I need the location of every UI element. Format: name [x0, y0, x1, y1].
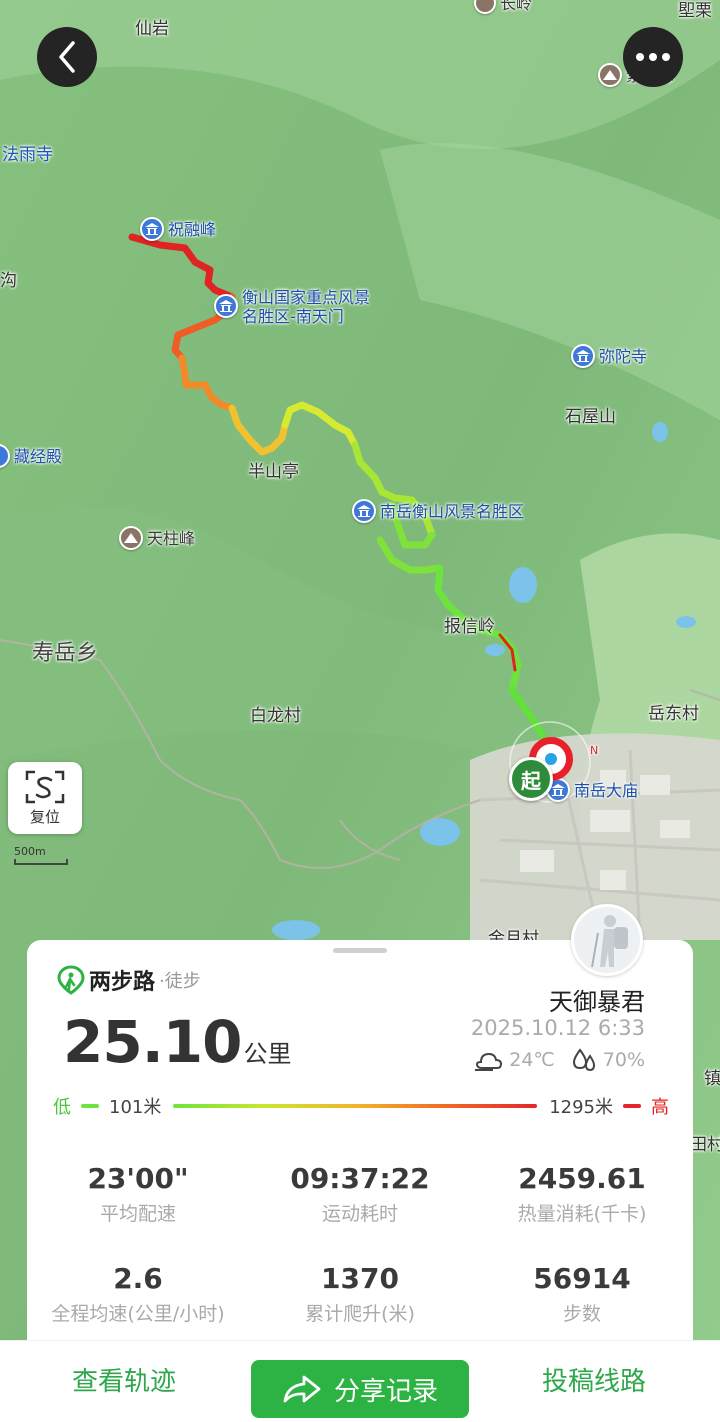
temple-icon — [0, 444, 10, 468]
map-label-fayusi: 法雨寺 — [2, 145, 53, 165]
poi-label: 南岳衡山风景名胜区 — [380, 501, 525, 521]
avatar[interactable] — [571, 904, 643, 976]
poi-label: 藏经殿 — [14, 446, 63, 466]
poi-label: 衡山国家重点风景 名胜区-南天门 — [242, 288, 371, 326]
temperature: 24℃ — [509, 1049, 555, 1071]
poi-label: 祝融峰 — [168, 219, 217, 239]
map-label-tian: 田村 — [690, 1135, 720, 1155]
stat-steps: 56914 步数 — [471, 1262, 693, 1326]
stat-value: 1370 — [321, 1262, 399, 1295]
username: 天御暴君 — [549, 988, 645, 1016]
stat-value: 2.6 — [113, 1262, 163, 1295]
poi-label: 天柱峰 — [147, 528, 196, 548]
back-button[interactable] — [37, 27, 97, 87]
humidity-icon — [572, 1048, 595, 1072]
map-label-bailongcun: 白龙村 — [250, 706, 301, 726]
poi-hengshan[interactable]: 南岳衡山风景名胜区 — [352, 499, 524, 523]
brand: 两步路 ·徒步 — [57, 964, 201, 996]
map-label-lixi: 堲栗 — [678, 1, 712, 21]
reset-label: 复位 — [29, 807, 60, 826]
chevron-left-icon — [59, 41, 75, 73]
stat-duration: 09:37:22 运动耗时 — [249, 1162, 471, 1226]
humidity: 70% — [602, 1049, 645, 1071]
map-label-shouyuexiang: 寿岳乡 — [32, 641, 99, 666]
start-point-marker[interactable]: 起 — [509, 757, 553, 801]
share-arrow-icon — [283, 1375, 321, 1403]
stat-climb: 1370 累计爬升(米) — [249, 1262, 471, 1326]
low-color-swatch — [81, 1104, 99, 1108]
elevation-legend: 低 101米 1295米 高 — [53, 1094, 669, 1118]
poi-label: 长岭 — [500, 0, 533, 13]
distance: 25.10 公里 — [63, 1008, 291, 1076]
poi-nantianmen[interactable]: 衡山国家重点风景 名胜区-南天门 — [214, 288, 370, 326]
map-label-baoxinling: 报信岭 — [444, 617, 495, 637]
stat-label: 热量消耗(千卡) — [517, 1203, 647, 1225]
distance-value: 25.10 — [63, 1008, 242, 1076]
activity-summary-card[interactable]: 两步路 ·徒步 25.10 公里 天御暴君 2025.10.12 6:33 24… — [27, 904, 693, 1360]
stat-label: 运动耗时 — [321, 1203, 398, 1225]
elevation-high-label: 高 — [651, 1097, 669, 1118]
more-options-button[interactable] — [623, 27, 683, 87]
map-scale: 500m — [14, 845, 68, 865]
poi-zhurongfeng[interactable]: 祝融峰 — [140, 217, 216, 241]
temple-icon — [571, 344, 595, 368]
scale-label: 500m — [14, 845, 46, 858]
more-dots-icon — [636, 53, 670, 61]
poi-label: 弥陀寺 — [599, 346, 648, 366]
hiker-avatar-icon — [591, 915, 628, 968]
map-label-gou: 沟 — [0, 271, 17, 291]
stat-value: 09:37:22 — [290, 1162, 430, 1195]
map-label-banshanting: 半山亭 — [248, 462, 299, 482]
temple-icon — [140, 217, 164, 241]
poi-label: 南岳大庙 — [574, 780, 639, 800]
stat-avg-speed: 2.6 全程均速(公里/小时) — [27, 1262, 249, 1326]
stat-value: 2459.61 — [518, 1162, 646, 1195]
bottom-action-bar: 查看轨迹 分享记录 投稿线路 — [0, 1340, 720, 1422]
stat-label: 全程均速(公里/小时) — [51, 1303, 225, 1325]
poi-mituosi[interactable]: 弥陀寺 — [571, 344, 647, 368]
poi-tianzhufeng[interactable]: 天柱峰 — [119, 526, 195, 550]
reset-view-button[interactable]: 复位 — [8, 762, 82, 834]
map-label-shiwushan: 石屋山 — [565, 407, 616, 427]
stat-calories: 2459.61 热量消耗(千卡) — [471, 1162, 693, 1226]
stat-label: 平均配速 — [99, 1203, 176, 1225]
temple-icon — [352, 499, 376, 523]
elevation-low-label: 低 — [53, 1097, 71, 1118]
mountain-icon — [474, 0, 496, 14]
share-record-button[interactable]: 分享记录 — [251, 1360, 469, 1418]
elevation-gradient-bar — [173, 1104, 538, 1108]
weather: 24℃ 70% — [473, 1048, 645, 1072]
elevation-high-value: 1295米 — [549, 1097, 613, 1118]
temple-icon — [214, 294, 238, 318]
brand-logo-icon — [57, 965, 85, 995]
elevation-low-value: 101米 — [109, 1097, 162, 1118]
map-label-jin: 镇 — [704, 1069, 720, 1089]
cloudy-weather-icon — [475, 1052, 503, 1071]
view-track-button[interactable]: 查看轨迹 — [72, 1361, 176, 1398]
recenter-icon — [25, 770, 65, 803]
activity-type: ·徒步 — [159, 971, 201, 992]
poi-nanyuedamiao[interactable]: 南岳大庙 — [546, 778, 638, 802]
mountain-icon — [598, 63, 622, 87]
stat-avg-pace: 23'00" 平均配速 — [27, 1162, 249, 1226]
drag-handle[interactable] — [333, 948, 387, 953]
brand-name: 两步路 — [89, 970, 156, 995]
stat-value: 23'00" — [87, 1162, 189, 1195]
share-label: 分享记录 — [333, 1376, 438, 1407]
stat-label: 累计爬升(米) — [305, 1303, 415, 1325]
mountain-icon — [119, 526, 143, 550]
submit-route-button[interactable]: 投稿线路 — [542, 1361, 646, 1398]
scale-bar — [14, 859, 68, 865]
poi-changling[interactable]: 长岭 — [474, 0, 532, 14]
distance-unit: 公里 — [243, 1040, 292, 1068]
compass-north-label: N — [590, 744, 599, 757]
map-label-yuedongcun: 岳东村 — [648, 704, 699, 724]
poi-cangjingdian[interactable]: 藏经殿 — [0, 444, 62, 468]
stat-value: 56914 — [533, 1262, 631, 1295]
high-color-swatch — [623, 1104, 641, 1108]
record-datetime: 2025.10.12 6:33 — [470, 1016, 645, 1040]
map-label-xianyan: 仙岩 — [135, 19, 169, 39]
stat-label: 步数 — [562, 1303, 601, 1325]
